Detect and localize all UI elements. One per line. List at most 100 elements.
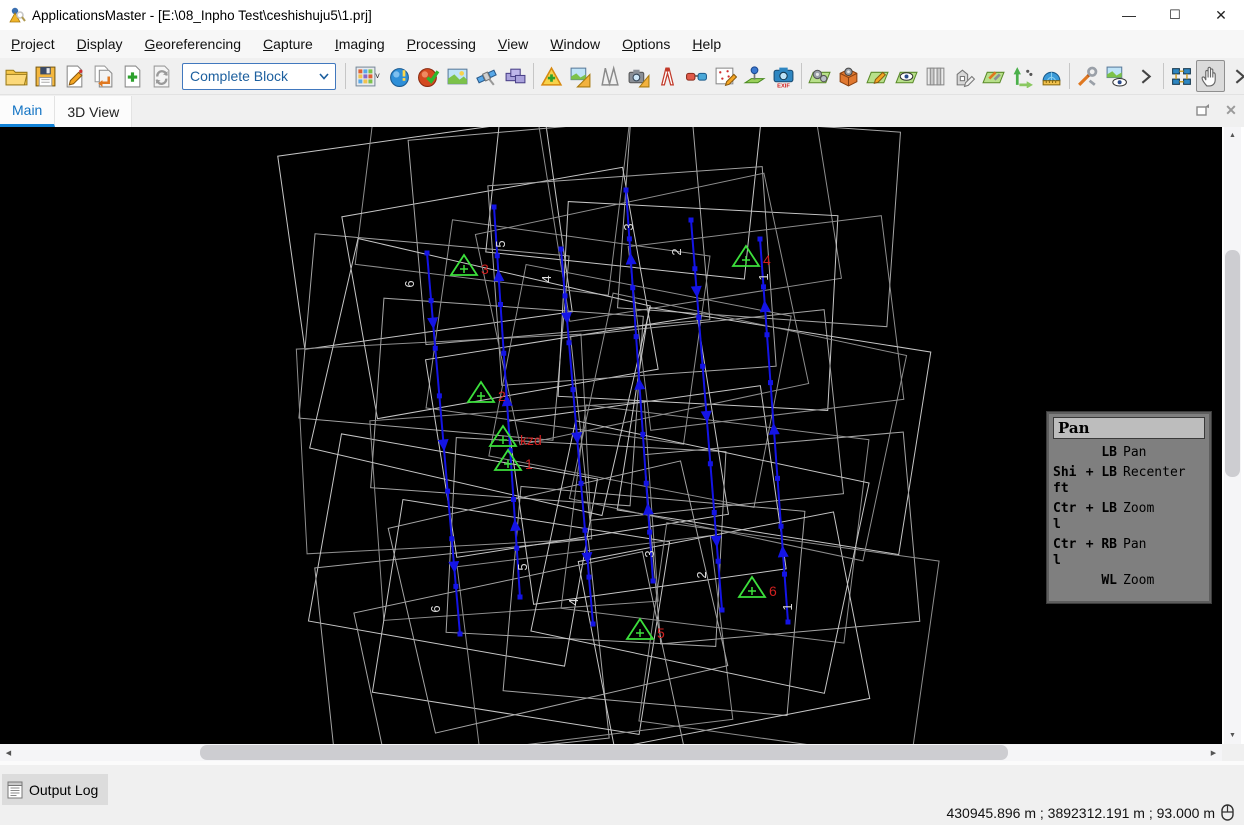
horizontal-scrollbar[interactable]: ◀ ▶ — [0, 744, 1222, 761]
maximize-button[interactable]: ☐ — [1152, 0, 1198, 30]
map-edit-button[interactable] — [863, 60, 892, 92]
output-log-button[interactable]: Output Log — [2, 774, 108, 805]
display-mode-combobox[interactable]: Complete Block — [182, 63, 336, 90]
mouse-button: + LB — [1079, 501, 1117, 533]
control-point-4[interactable]: 4 — [733, 246, 771, 268]
photo-center-dot — [758, 237, 763, 242]
image-viewer-icon — [446, 65, 469, 88]
view-settings-button[interactable] — [1073, 60, 1102, 92]
map-edit-icon — [866, 65, 889, 88]
stereo-glasses-button[interactable] — [682, 60, 711, 92]
scroll-right-arrow[interactable]: ▶ — [1205, 744, 1222, 761]
vertical-scroll-thumb[interactable] — [1225, 250, 1240, 477]
photo-center-dot — [765, 332, 770, 337]
restore-view-button[interactable] — [1194, 101, 1212, 119]
image-display-icon — [1105, 65, 1128, 88]
menu-item-processing[interactable]: Processing — [396, 30, 487, 58]
menu-item-project[interactable]: Project — [0, 30, 66, 58]
image-display-button[interactable] — [1102, 60, 1131, 92]
control-point-cross-icon — [636, 629, 644, 637]
close-view-button[interactable]: ✕ — [1222, 101, 1240, 119]
menu-item-imaging[interactable]: Imaging — [324, 30, 396, 58]
menu-item-options[interactable]: Options — [611, 30, 681, 58]
control-point-3[interactable]: 3 — [451, 255, 489, 277]
photo-center-dot — [640, 432, 645, 437]
close-button[interactable]: ✕ — [1198, 0, 1244, 30]
map-processing-button[interactable] — [805, 60, 834, 92]
pan-tool-icon — [1199, 65, 1222, 88]
radiometric-editor-button[interactable] — [566, 60, 595, 92]
strip-number-label: 2 — [694, 571, 709, 578]
photo-footprint — [639, 523, 939, 744]
control-point-6[interactable]: 6 — [739, 577, 777, 599]
strip-columns-button[interactable] — [921, 60, 950, 92]
vertical-scrollbar[interactable]: ▲ ▼ — [1224, 127, 1241, 744]
menu-item-window[interactable]: Window — [539, 30, 611, 58]
add-points-button[interactable] — [537, 60, 566, 92]
photo-center-dot — [775, 476, 780, 481]
mouse-button: + RB — [1079, 537, 1117, 569]
photo-center-dot — [712, 510, 717, 515]
image-viewer-button[interactable] — [443, 60, 472, 92]
edit-project-button[interactable] — [60, 60, 89, 92]
gcp-pin-button[interactable] — [740, 60, 769, 92]
photo-stack-button[interactable] — [501, 60, 530, 92]
control-point-2[interactable]: 2 — [468, 382, 506, 404]
project-status-ok-button[interactable] — [414, 60, 443, 92]
measure-tool-button[interactable] — [653, 60, 682, 92]
action-label: Pan — [1117, 445, 1146, 461]
menu-item-display[interactable]: Display — [66, 30, 134, 58]
toolbar-overflow-2-button[interactable] — [1225, 60, 1244, 92]
camera-network-button[interactable] — [1167, 60, 1196, 92]
flight-direction-arrow-icon — [509, 518, 521, 531]
horizontal-scroll-thumb[interactable] — [200, 745, 1008, 760]
photo-center-dot — [492, 205, 497, 210]
map-view-button[interactable] — [892, 60, 921, 92]
add-document-button[interactable] — [118, 60, 147, 92]
tab-3d-view[interactable]: 3D View — [55, 96, 132, 127]
photo-center-dot — [579, 481, 584, 486]
seam-editor-button[interactable] — [711, 60, 740, 92]
dome-measure-icon — [1040, 65, 1063, 88]
scroll-up-arrow[interactable]: ▲ — [1224, 127, 1241, 144]
save-project-button[interactable] — [31, 60, 60, 92]
photo-center-dot — [429, 298, 434, 303]
project-status-info-button[interactable] — [385, 60, 414, 92]
satellite-orientation-button[interactable] — [472, 60, 501, 92]
menu-item-capture[interactable]: Capture — [252, 30, 324, 58]
block-display-mode-button[interactable]: ˅ — [349, 60, 385, 92]
photo-footprint — [408, 127, 710, 345]
menu-item-view[interactable]: View — [487, 30, 539, 58]
pan-tool-button[interactable] — [1196, 60, 1225, 92]
strip-number-label: 1 — [780, 603, 795, 610]
photo-center-dot — [720, 608, 725, 613]
toolbar-separator — [345, 63, 346, 89]
menu-item-help[interactable]: Help — [681, 30, 732, 58]
flight-direction-arrow-icon — [633, 377, 645, 390]
photo-center-dot — [559, 247, 564, 252]
strip-fan-button[interactable] — [595, 60, 624, 92]
copy-project-button[interactable] — [89, 60, 118, 92]
dome-measure-button[interactable] — [1037, 60, 1066, 92]
app-icon — [8, 6, 26, 24]
tab-main[interactable]: Main — [0, 96, 55, 127]
block-canvas[interactable]: 66554433221132kzd1465 — [0, 127, 1222, 744]
exif-camera-button[interactable]: EXIF — [769, 60, 798, 92]
scroll-down-arrow[interactable]: ▼ — [1224, 727, 1241, 744]
transform-arrows-button[interactable] — [1008, 60, 1037, 92]
photo-center-dot — [644, 481, 649, 486]
map-toolkit-button[interactable] — [979, 60, 1008, 92]
toolbar-overflow-1-button[interactable] — [1131, 60, 1160, 92]
model-processing-button[interactable] — [834, 60, 863, 92]
flight-direction-arrow-icon — [625, 252, 637, 265]
reload-project-button[interactable] — [147, 60, 176, 92]
control-point-label: kzd — [520, 432, 542, 448]
camera-editor-button[interactable] — [624, 60, 653, 92]
minimize-button[interactable]: — — [1106, 0, 1152, 30]
camera-network-icon — [1170, 65, 1193, 88]
open-project-button[interactable] — [2, 60, 31, 92]
building-edit-button[interactable] — [950, 60, 979, 92]
scroll-left-arrow[interactable]: ◀ — [0, 744, 17, 761]
menu-item-georeferencing[interactable]: Georeferencing — [134, 30, 253, 58]
control-point-label: 2 — [498, 388, 506, 404]
